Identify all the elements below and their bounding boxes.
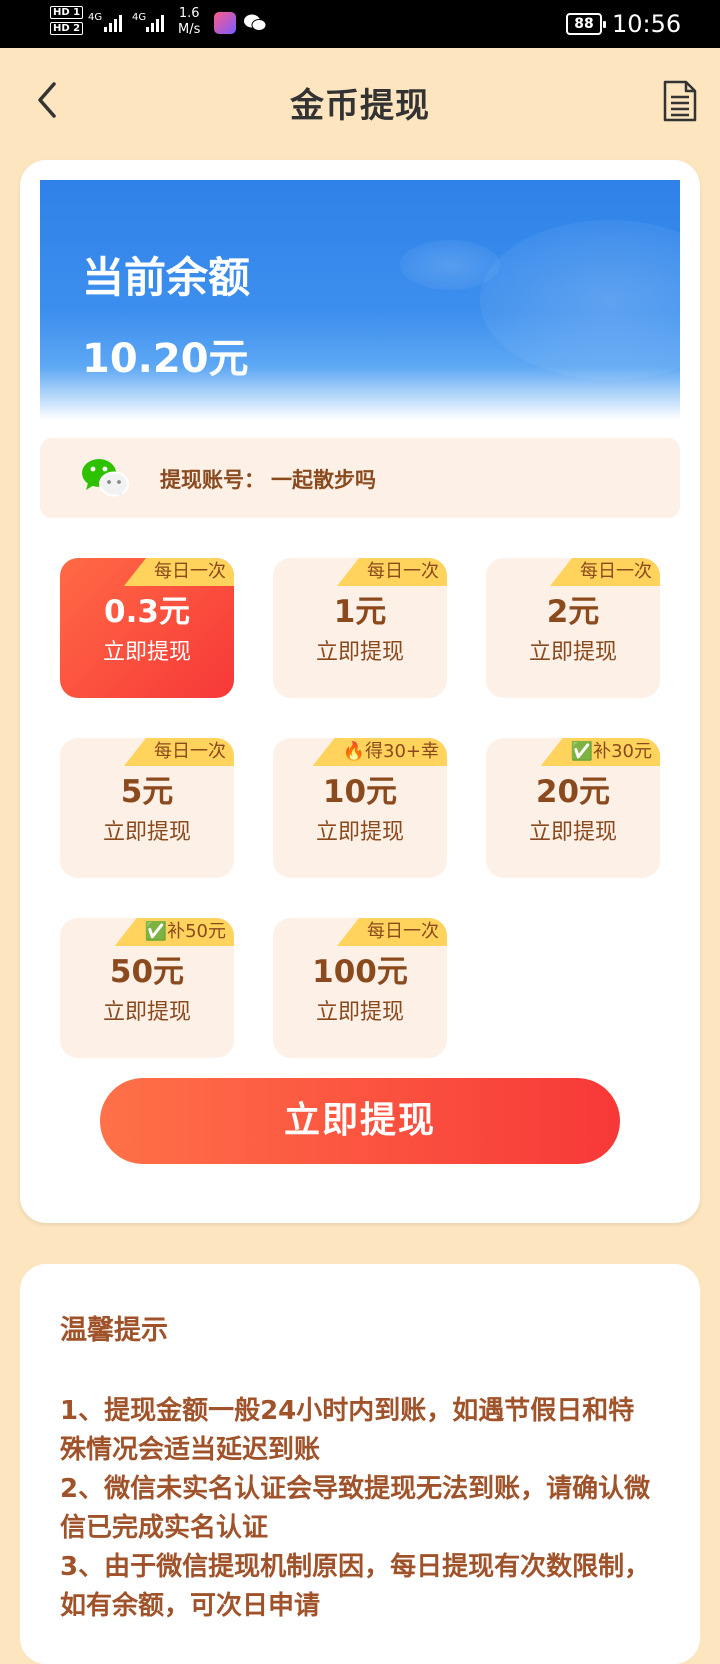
amount-value: 10元 (322, 774, 398, 810)
speed-value: 1.6 (178, 6, 200, 21)
amount-value: 0.3元 (104, 594, 190, 630)
limit-tag: 每日一次 (337, 558, 447, 586)
amount-action: 立即提现 (102, 820, 191, 845)
amount-action: 立即提现 (528, 820, 617, 845)
amount-value: 20元 (535, 774, 611, 810)
wechat-icon (82, 459, 129, 498)
amount-action: 立即提现 (102, 1000, 191, 1025)
battery-indicator: 88 (566, 13, 606, 35)
clock: 10:56 (612, 10, 682, 38)
account-name: 一起散步吗 (271, 468, 376, 492)
signal1-label: 4G (88, 12, 103, 23)
bonus-tag: 🔥得30+幸 (312, 738, 447, 766)
amount-value: 2元 (546, 594, 600, 630)
withdraw-account-row: 提现账号： 一起散步吗 (40, 438, 680, 518)
status-bar: HD 1 HD 2 4G 4G 1.6 M/s 88 10:56 (0, 0, 720, 48)
amount-value: 50元 (109, 954, 185, 990)
amount-action: 立即提现 (315, 820, 404, 845)
amount-action: 立即提现 (315, 1000, 404, 1025)
amount-option-100[interactable]: 每日一次 100元 立即提现 (273, 918, 447, 1058)
tip-item: 3、由于微信提现机制原因，每日提现有次数限制，如有余额，可次日申请 (60, 1552, 651, 1621)
tips-list: 1、提现金额一般24小时内到账，如遇节假日和特殊情况会适当延迟到账 2、微信未实… (60, 1392, 660, 1626)
signal1-icon (104, 14, 122, 32)
balance-label: 当前余额 (82, 253, 251, 302)
balance-banner: 当前余额 10.20元 (40, 180, 680, 420)
tips-card: 温馨提示 1、提现金额一般24小时内到账，如遇节假日和特殊情况会适当延迟到账 2… (20, 1264, 700, 1664)
amount-action: 立即提现 (315, 640, 404, 665)
document-icon[interactable] (662, 80, 698, 122)
signal2-icon (146, 14, 164, 32)
amount-option-0.3[interactable]: 每日一次 0.3元 立即提现 (60, 558, 234, 698)
account-info: 提现账号： 一起散步吗 (160, 464, 382, 494)
withdraw-button[interactable]: 立即提现 (100, 1078, 620, 1164)
limit-tag: 每日一次 (550, 558, 660, 586)
amount-option-50[interactable]: ✅补50元 50元 立即提现 (60, 918, 234, 1058)
limit-tag: 每日一次 (124, 558, 234, 586)
network-speed: 1.6 M/s (178, 6, 200, 38)
hd-indicator: HD 1 HD 2 (50, 6, 84, 38)
app-notification-icon (214, 12, 236, 34)
amount-action: 立即提现 (102, 640, 191, 665)
wechat-notification-icon (244, 14, 266, 31)
speed-unit: M/s (178, 22, 201, 37)
amount-option-20[interactable]: ✅补30元 20元 立即提现 (486, 738, 660, 878)
withdraw-card: 当前余额 10.20元 提现账号： 一起散步吗 每日一次 0.3元 立即提现 每日… (20, 160, 700, 1223)
tips-title: 温馨提示 (60, 1315, 168, 1346)
bonus-tag: ✅补50元 (114, 918, 234, 946)
amount-value: 1元 (333, 594, 387, 630)
amount-option-1[interactable]: 每日一次 1元 立即提现 (273, 558, 447, 698)
tip-item: 2、微信未实名认证会导致提现无法到账，请确认微信已完成实名认证 (60, 1474, 651, 1543)
balance-value: 10.20元 (82, 336, 249, 382)
hd2-badge: HD 2 (50, 22, 84, 35)
page-header: 金币提现 (0, 48, 720, 152)
page-title: 金币提现 (290, 86, 430, 126)
signal2-label: 4G (132, 12, 147, 23)
amount-option-10[interactable]: 🔥得30+幸 10元 立即提现 (273, 738, 447, 878)
limit-tag: 每日一次 (124, 738, 234, 766)
amount-value: 100元 (312, 954, 408, 990)
tip-item: 1、提现金额一般24小时内到账，如遇节假日和特殊情况会适当延迟到账 (60, 1396, 635, 1465)
limit-tag: 每日一次 (337, 918, 447, 946)
hd1-badge: HD 1 (50, 6, 84, 19)
amount-option-5[interactable]: 每日一次 5元 立即提现 (60, 738, 234, 878)
bonus-tag: ✅补30元 (540, 738, 660, 766)
amount-value: 5元 (120, 774, 174, 810)
account-label: 提现账号： (160, 468, 265, 492)
amount-action: 立即提现 (528, 640, 617, 665)
amount-option-2[interactable]: 每日一次 2元 立即提现 (486, 558, 660, 698)
